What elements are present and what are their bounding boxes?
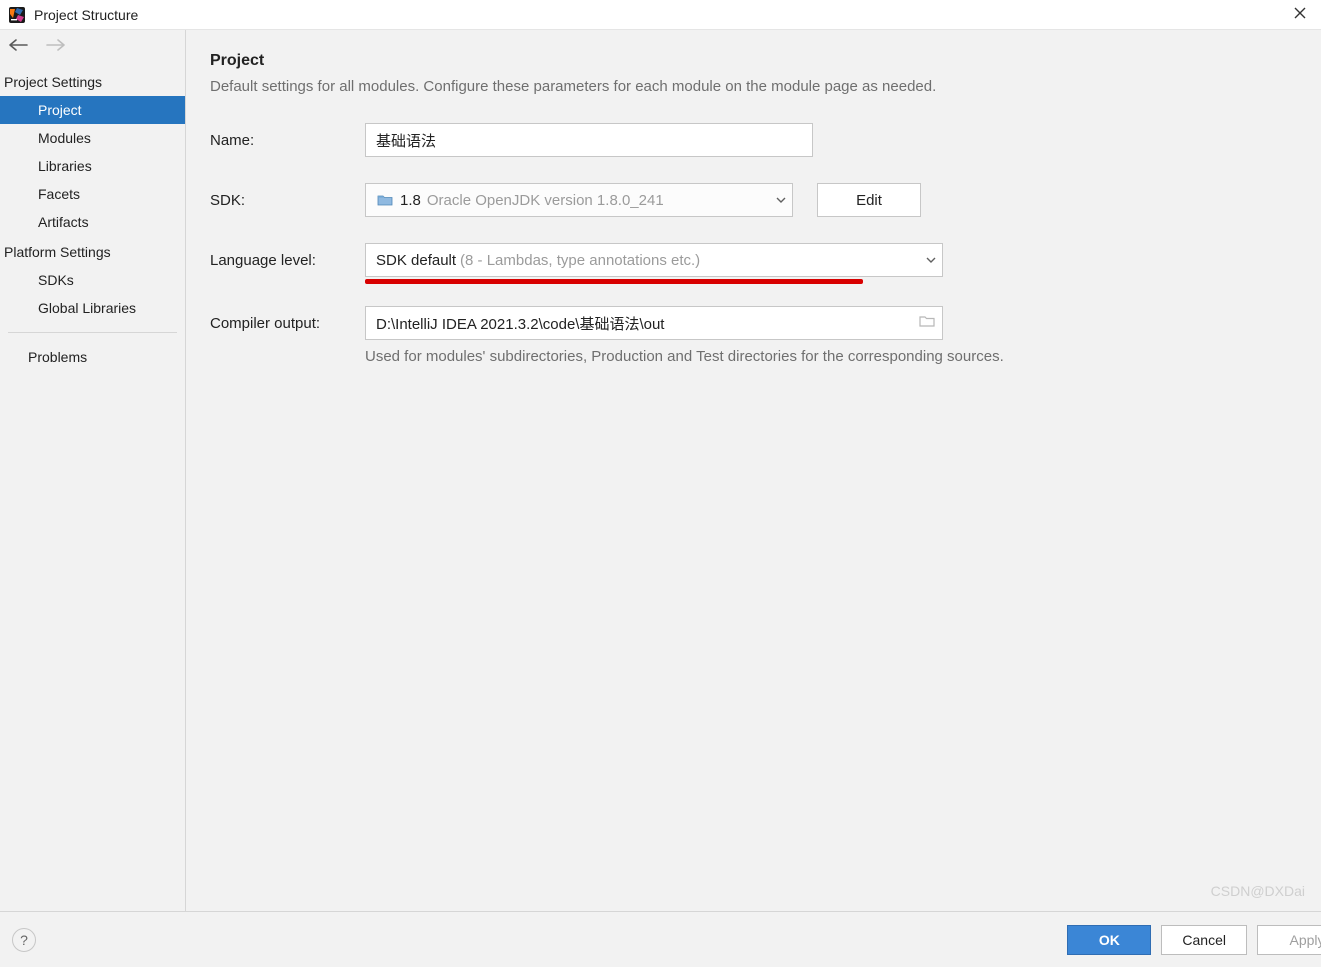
language-level-value: SDK default bbox=[376, 252, 456, 269]
sidebar-divider bbox=[8, 332, 177, 333]
row-name: Name: bbox=[210, 123, 1297, 157]
watermark: CSDN@DXDai bbox=[1211, 883, 1305, 899]
ok-button[interactable]: OK bbox=[1067, 925, 1151, 955]
window-title: Project Structure bbox=[34, 7, 138, 23]
project-structure-dialog: Project Structure Project Settings Proje… bbox=[0, 0, 1321, 967]
compiler-output-hint: Used for modules' subdirectories, Produc… bbox=[365, 348, 1297, 365]
title-bar: Project Structure bbox=[0, 0, 1321, 30]
annotation-underline bbox=[365, 279, 863, 284]
sidebar-item-problems[interactable]: Problems bbox=[0, 343, 185, 371]
language-level-detail: (8 - Lambdas, type annotations etc.) bbox=[460, 252, 700, 269]
sidebar-item-sdks[interactable]: SDKs bbox=[0, 266, 185, 294]
back-arrow-icon[interactable] bbox=[8, 38, 28, 57]
sidebar-item-facets[interactable]: Facets bbox=[0, 180, 185, 208]
sdk-folder-icon bbox=[376, 191, 394, 209]
sdk-select[interactable]: 1.8 Oracle OpenJDK version 1.8.0_241 bbox=[365, 183, 793, 217]
chevron-down-icon bbox=[926, 257, 936, 263]
browse-folder-icon[interactable] bbox=[918, 312, 936, 335]
sidebar-item-artifacts[interactable]: Artifacts bbox=[0, 208, 185, 236]
language-level-select[interactable]: SDK default (8 - Lambdas, type annotatio… bbox=[365, 243, 943, 277]
row-language-level: Language level: SDK default (8 - Lambdas… bbox=[210, 243, 1297, 277]
apply-button[interactable]: Apply bbox=[1257, 925, 1321, 955]
sdk-value: 1.8 bbox=[400, 192, 421, 209]
nav-arrows bbox=[0, 30, 185, 60]
row-compiler-output: Compiler output: D:\IntelliJ IDEA 2021.3… bbox=[210, 306, 1297, 340]
dialog-footer: ? OK Cancel Apply bbox=[0, 911, 1321, 967]
sdk-detail: Oracle OpenJDK version 1.8.0_241 bbox=[427, 192, 664, 209]
cancel-button[interactable]: Cancel bbox=[1161, 925, 1247, 955]
sidebar-list: Project Settings Project Modules Librari… bbox=[0, 60, 185, 371]
sidebar: Project Settings Project Modules Librari… bbox=[0, 30, 186, 911]
main-panel: Project Default settings for all modules… bbox=[186, 30, 1321, 911]
sidebar-item-project[interactable]: Project bbox=[0, 96, 185, 124]
section-heading: Project bbox=[210, 52, 1297, 70]
sidebar-item-global-libraries[interactable]: Global Libraries bbox=[0, 294, 185, 322]
edit-sdk-button[interactable]: Edit bbox=[817, 183, 921, 217]
sidebar-item-libraries[interactable]: Libraries bbox=[0, 152, 185, 180]
row-sdk: SDK: 1.8 Oracle OpenJDK version 1.8.0_24… bbox=[210, 183, 1297, 217]
label-sdk: SDK: bbox=[210, 192, 365, 209]
intellij-icon bbox=[8, 6, 26, 24]
sidebar-header-project-settings: Project Settings bbox=[0, 66, 185, 96]
close-icon[interactable] bbox=[1287, 4, 1313, 25]
section-subheading: Default settings for all modules. Config… bbox=[210, 78, 1297, 95]
compiler-output-value: D:\IntelliJ IDEA 2021.3.2\code\基础语法\out bbox=[376, 313, 918, 334]
sidebar-item-modules[interactable]: Modules bbox=[0, 124, 185, 152]
chevron-down-icon bbox=[776, 197, 786, 203]
help-icon[interactable]: ? bbox=[12, 928, 36, 952]
label-compiler-output: Compiler output: bbox=[210, 315, 365, 332]
sidebar-header-platform-settings: Platform Settings bbox=[0, 236, 185, 266]
compiler-output-field[interactable]: D:\IntelliJ IDEA 2021.3.2\code\基础语法\out bbox=[365, 306, 943, 340]
project-name-field[interactable] bbox=[365, 123, 813, 157]
label-name: Name: bbox=[210, 132, 365, 149]
label-language-level: Language level: bbox=[210, 252, 365, 269]
forward-arrow-icon[interactable] bbox=[46, 38, 66, 57]
